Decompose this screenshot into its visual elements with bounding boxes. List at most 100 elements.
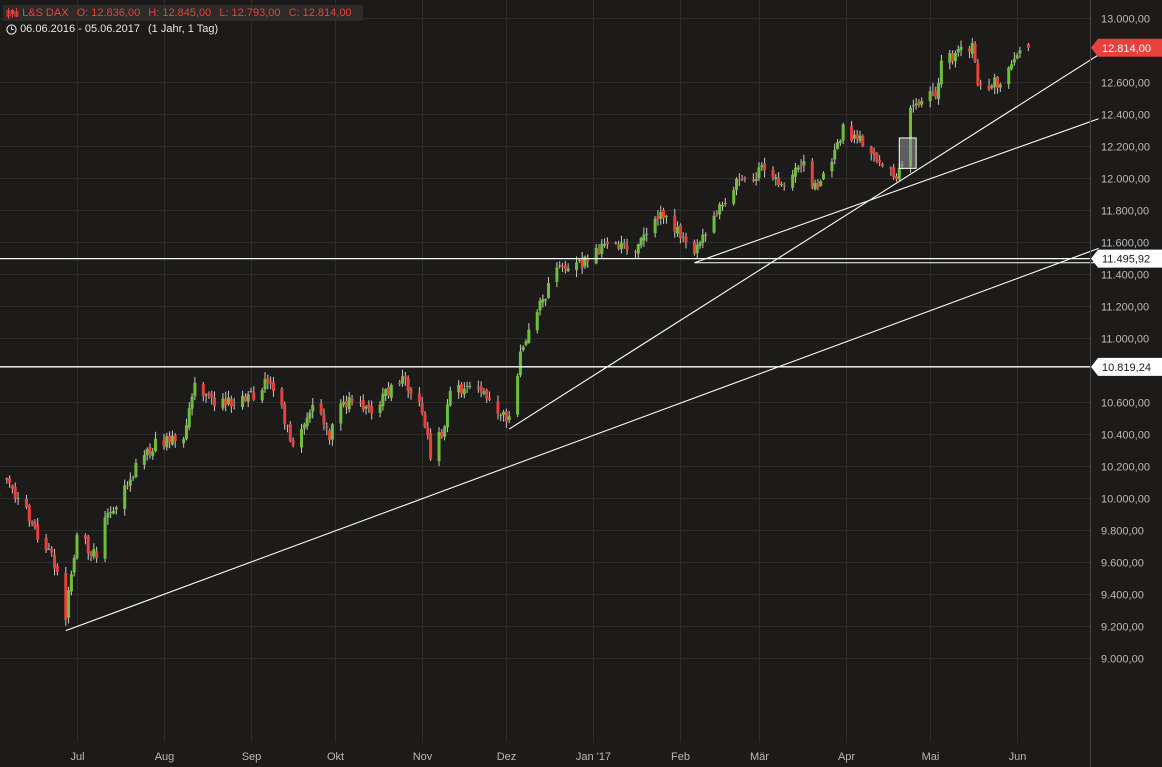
candle	[387, 381, 391, 399]
candle	[653, 216, 657, 238]
candle-body	[288, 423, 292, 441]
candle-body	[516, 375, 520, 415]
candle-body	[527, 329, 531, 343]
x-tick-label: Jul	[70, 751, 84, 763]
candle-body	[861, 136, 865, 147]
candle	[13, 482, 17, 503]
candle-body	[322, 414, 326, 425]
candle	[283, 401, 287, 430]
candle-body	[499, 415, 503, 417]
candle-body	[92, 549, 96, 557]
candle	[779, 181, 783, 187]
candle-body	[763, 163, 767, 171]
candlestick-chart[interactable]: 9.000,00 9.200,00 9.400,00 9.600,00 9.800,00…	[0, 0, 1162, 767]
candle	[227, 390, 231, 406]
candle	[364, 405, 368, 415]
candle	[128, 472, 132, 492]
price-axis[interactable]: 9.000,00 9.200,00 9.400,00 9.600,00 9.800,00…	[1101, 14, 1150, 666]
candle-body	[779, 183, 783, 185]
candle-body	[605, 242, 609, 245]
candle-body	[541, 298, 545, 303]
candle-body	[979, 83, 983, 85]
trend-line[interactable]	[508, 54, 1099, 430]
candle	[732, 186, 736, 206]
candle	[361, 394, 365, 413]
candle-body	[723, 203, 727, 205]
candle-body	[311, 404, 315, 412]
candle-body	[485, 389, 489, 399]
candle-body	[283, 403, 287, 424]
candle-body	[619, 242, 623, 250]
time-axis[interactable]: Jul Aug Sep Okt Nov Dez Jan '17 Feb Mär Apr Mai Jun	[70, 751, 1026, 763]
candle	[423, 411, 427, 429]
candle-body	[833, 149, 837, 160]
candle	[170, 430, 174, 446]
candle-body	[561, 265, 565, 268]
candle	[869, 145, 873, 161]
candle	[64, 566, 68, 626]
candle-body	[145, 448, 149, 456]
candle-body	[476, 387, 480, 389]
trend-line[interactable]	[694, 118, 1099, 264]
candle	[145, 447, 149, 461]
candle-body	[967, 48, 971, 52]
candle-body	[165, 436, 169, 448]
candle	[777, 172, 781, 188]
candle-body	[36, 524, 40, 540]
candle-body	[184, 425, 188, 440]
candle-body	[114, 507, 118, 510]
candle	[619, 235, 623, 254]
candlestick-icon[interactable]	[6, 7, 19, 19]
candle	[678, 223, 682, 244]
candle-body	[869, 146, 873, 154]
candle-body	[917, 101, 921, 105]
candle-body	[810, 161, 814, 188]
candle-body	[914, 103, 918, 105]
y-tick-label: 12.200,00	[1101, 142, 1150, 154]
candle-body	[577, 260, 581, 262]
candle	[636, 243, 640, 259]
candle	[417, 387, 421, 407]
candle-body	[684, 236, 688, 243]
candle	[1012, 52, 1016, 66]
candle-body	[771, 169, 775, 178]
date-range: 06.06.2016 - 05.06.2017	[20, 23, 140, 35]
x-tick-label: Feb	[671, 751, 690, 763]
candle	[151, 447, 155, 460]
highlight-box[interactable]	[898, 137, 917, 169]
candle-body	[855, 134, 859, 139]
candle	[499, 413, 503, 422]
candle-body	[10, 485, 14, 489]
candle	[622, 238, 626, 249]
candle	[535, 309, 539, 334]
candle	[603, 238, 607, 248]
candle-body	[350, 398, 354, 403]
candle	[737, 173, 741, 187]
candle	[586, 254, 590, 268]
trend-line[interactable]	[65, 247, 1099, 632]
candle-body	[816, 183, 820, 188]
candle-body	[838, 140, 842, 143]
candle-body	[75, 534, 79, 559]
candle	[465, 381, 469, 393]
candle	[148, 443, 152, 459]
candle-body	[482, 391, 486, 394]
candle	[260, 387, 264, 404]
candle-body	[232, 404, 236, 406]
candle-body	[406, 378, 410, 391]
candle-body	[704, 234, 708, 236]
price-tag-label: 10.819,24	[1102, 362, 1151, 374]
candle-body	[937, 83, 941, 100]
candle-body	[951, 53, 955, 62]
candle	[358, 396, 362, 407]
candle	[252, 386, 256, 402]
candle-body	[732, 190, 736, 204]
candle	[165, 432, 169, 451]
candle	[852, 129, 856, 144]
candle-body	[934, 91, 938, 97]
candle-body	[109, 512, 113, 514]
candle-body	[1010, 64, 1014, 70]
candle-body	[701, 234, 705, 243]
clock-icon[interactable]	[6, 23, 17, 35]
candle-body	[555, 267, 559, 282]
